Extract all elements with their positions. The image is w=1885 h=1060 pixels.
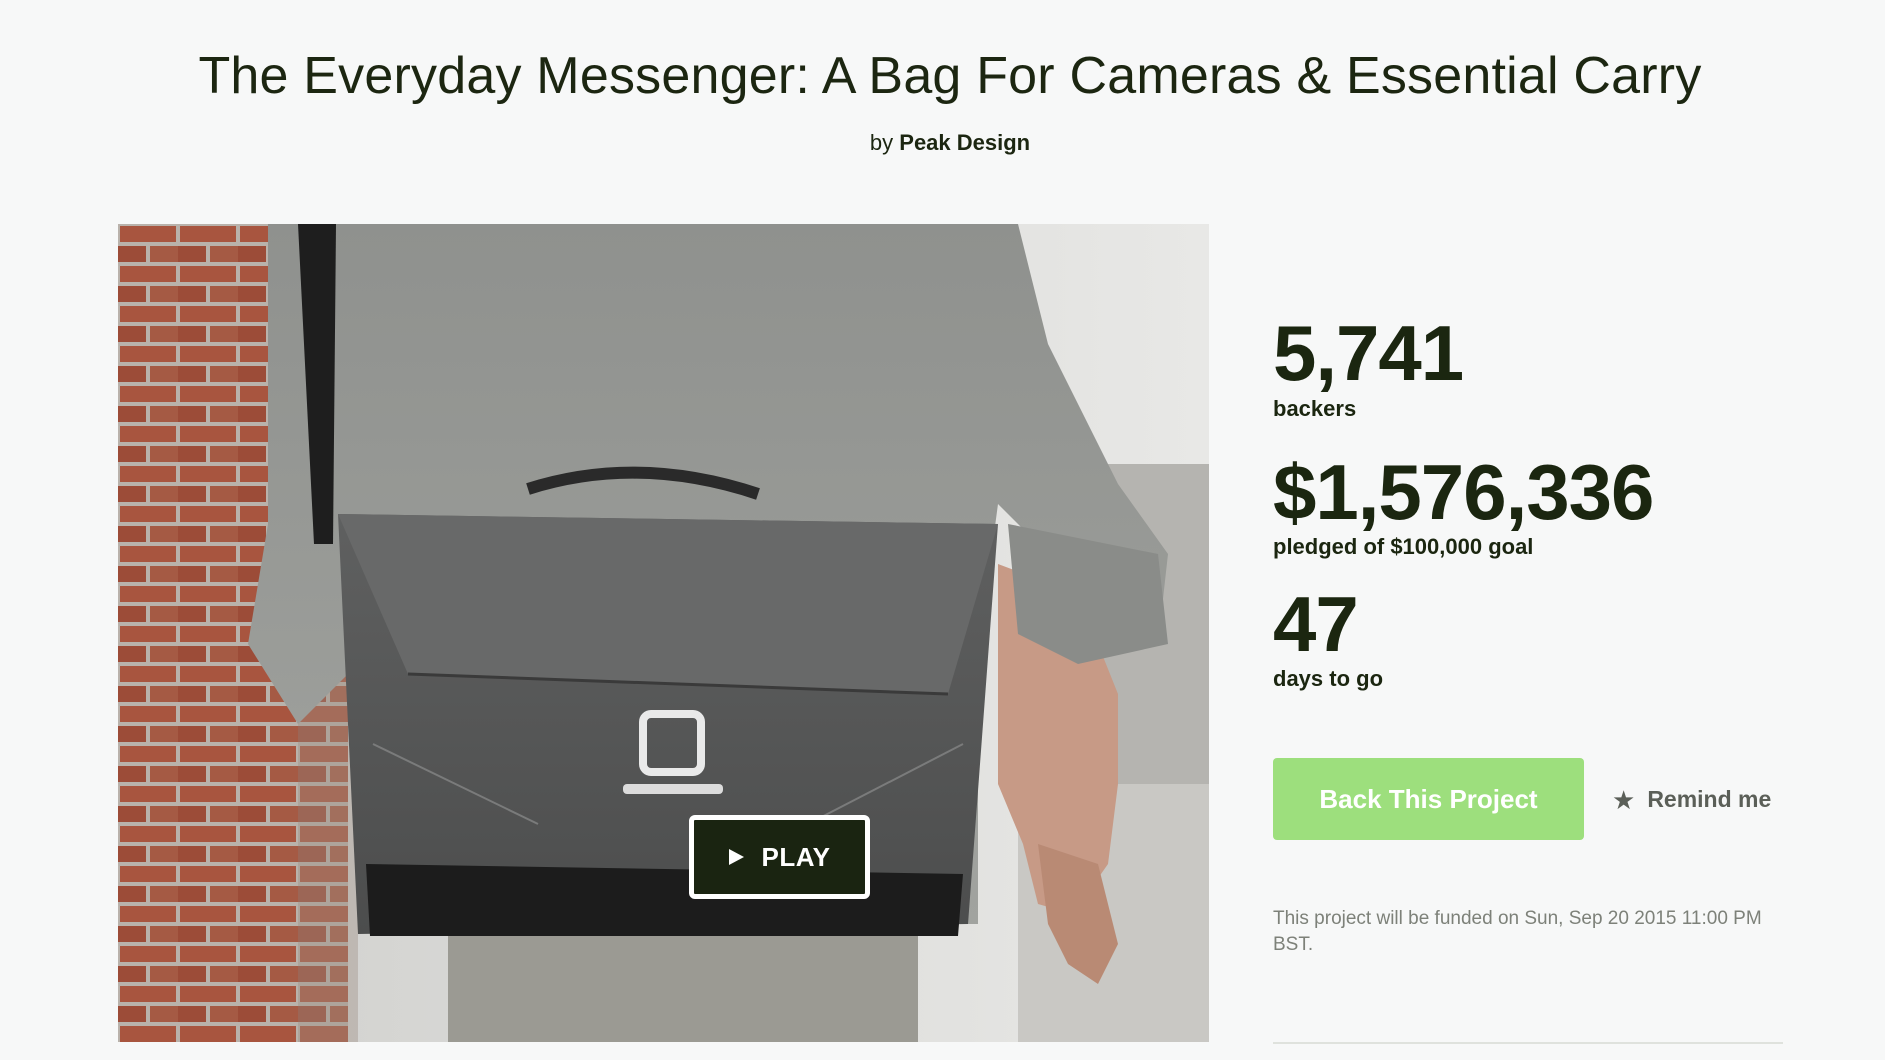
star-icon: ★: [1612, 784, 1636, 815]
back-this-project-button[interactable]: Back This Project: [1273, 758, 1584, 840]
remind-me-label: Remind me: [1647, 786, 1772, 812]
play-label: PLAY: [761, 841, 831, 872]
video-thumbnail-image: [118, 224, 1209, 1042]
play-triangle-icon: [728, 849, 744, 865]
days-to-go-count: 47: [1273, 580, 1359, 668]
pledged-label: pledged of $100,000 goal: [1273, 534, 1534, 559]
project-title: The Everyday Messenger: A Bag For Camera…: [198, 47, 1702, 105]
byline-prefix: by: [869, 130, 894, 155]
funding-deadline-note: This project will be funded on Sun, Sep …: [1273, 908, 1762, 955]
project-video[interactable]: PLAY: [118, 224, 1209, 1042]
project-byline: by Peak Design: [0, 130, 1885, 156]
divider: [1273, 1042, 1783, 1044]
pledged-amount: $1,576,336: [1273, 448, 1654, 536]
backers-label: backers: [1273, 396, 1357, 421]
play-video-button[interactable]: PLAY: [689, 815, 870, 899]
creator-link[interactable]: Peak Design: [899, 130, 1030, 155]
backers-count: 5,741: [1273, 309, 1464, 397]
days-to-go-label: days to go: [1273, 666, 1384, 691]
remind-me-button[interactable]: ★ Remind me: [1612, 786, 1771, 813]
